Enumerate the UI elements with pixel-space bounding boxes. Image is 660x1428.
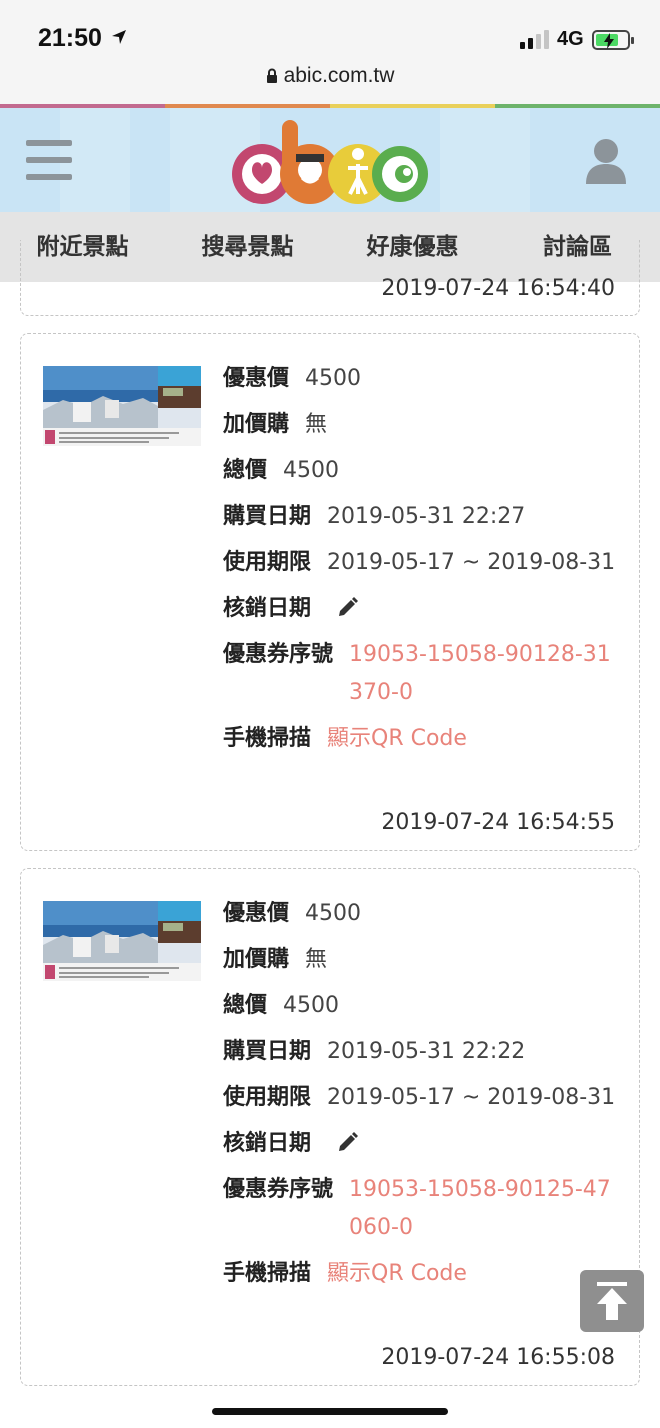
coupon-card: 優惠價 4500 加價購無 總價 4500 購買日期 2019-05-31 22:27… — [20, 333, 640, 851]
total-label: 總價 — [223, 458, 268, 483]
validity-value: 2019-05-17 ~ 2019-08-31 — [327, 550, 616, 575]
lock-icon — [266, 68, 277, 83]
coupon-card-partial: 2019-07-24 16:54:40 — [20, 240, 640, 316]
back-to-top-button[interactable] — [580, 1270, 644, 1332]
purchase-date-label: 購買日期 — [223, 504, 312, 529]
pencil-icon[interactable] — [335, 596, 359, 620]
pencil-icon[interactable] — [335, 1131, 359, 1155]
redeem-date-label: 核銷日期 — [223, 596, 312, 621]
status-time: 21:50 — [38, 24, 102, 52]
battery-icon — [592, 30, 634, 50]
purchase-date-label: 購買日期 — [223, 1039, 312, 1064]
serial-value: 19053-15058-90128-31370-0 — [349, 642, 611, 705]
card-timestamp: 2019-07-24 16:54:55 — [381, 810, 615, 835]
total-value: 4500 — [283, 458, 340, 483]
validity-value: 2019-05-17 ~ 2019-08-31 — [327, 1085, 616, 1110]
total-value: 4500 — [283, 993, 340, 1018]
addon-value: 無 — [305, 947, 328, 972]
location-arrow-icon — [112, 30, 126, 44]
addon-label: 加價購 — [223, 947, 290, 972]
validity-label: 使用期限 — [223, 1085, 312, 1110]
coupon-card: 優惠價 4500 加價購無 總價 4500 購買日期 2019-05-31 22:22… — [20, 868, 640, 1386]
hamburger-icon[interactable] — [26, 140, 72, 180]
url-bar[interactable]: abic.com.tw — [0, 64, 660, 88]
purchase-date-value: 2019-05-31 22:22 — [327, 1039, 526, 1064]
serial-label: 優惠券序號 — [223, 642, 334, 667]
purchase-date-value: 2019-05-31 22:27 — [327, 504, 526, 529]
price-value: 4500 — [305, 901, 362, 926]
card-timestamp: 2019-07-24 16:54:40 — [381, 276, 615, 301]
user-icon[interactable] — [584, 138, 628, 184]
show-qr-link[interactable]: 顯示QR Code — [327, 1255, 467, 1293]
scan-label: 手機掃描 — [223, 726, 312, 751]
status-bar: 21:50 4G abic.com.tw — [0, 0, 660, 104]
redeem-date-label: 核銷日期 — [223, 1131, 312, 1156]
price-label: 優惠價 — [223, 901, 290, 926]
site-header — [0, 108, 660, 212]
network-type: 4G — [557, 28, 584, 50]
arrow-up-icon — [597, 1282, 627, 1320]
validity-label: 使用期限 — [223, 550, 312, 575]
price-value: 4500 — [305, 366, 362, 391]
serial-value: 19053-15058-90125-47060-0 — [349, 1177, 611, 1240]
signal-icon — [520, 30, 549, 49]
card-timestamp: 2019-07-24 16:55:08 — [381, 1345, 615, 1370]
abic-logo[interactable] — [230, 118, 430, 210]
coupon-thumbnail[interactable] — [43, 366, 201, 446]
scan-label: 手機掃描 — [223, 1261, 312, 1286]
home-indicator — [212, 1408, 448, 1415]
show-qr-link[interactable]: 顯示QR Code — [327, 720, 467, 758]
url-text: abic.com.tw — [283, 64, 395, 87]
serial-label: 優惠券序號 — [223, 1177, 334, 1202]
total-label: 總價 — [223, 993, 268, 1018]
price-label: 優惠價 — [223, 366, 290, 391]
addon-label: 加價購 — [223, 412, 290, 437]
addon-value: 無 — [305, 412, 328, 437]
coupon-thumbnail[interactable] — [43, 901, 201, 981]
